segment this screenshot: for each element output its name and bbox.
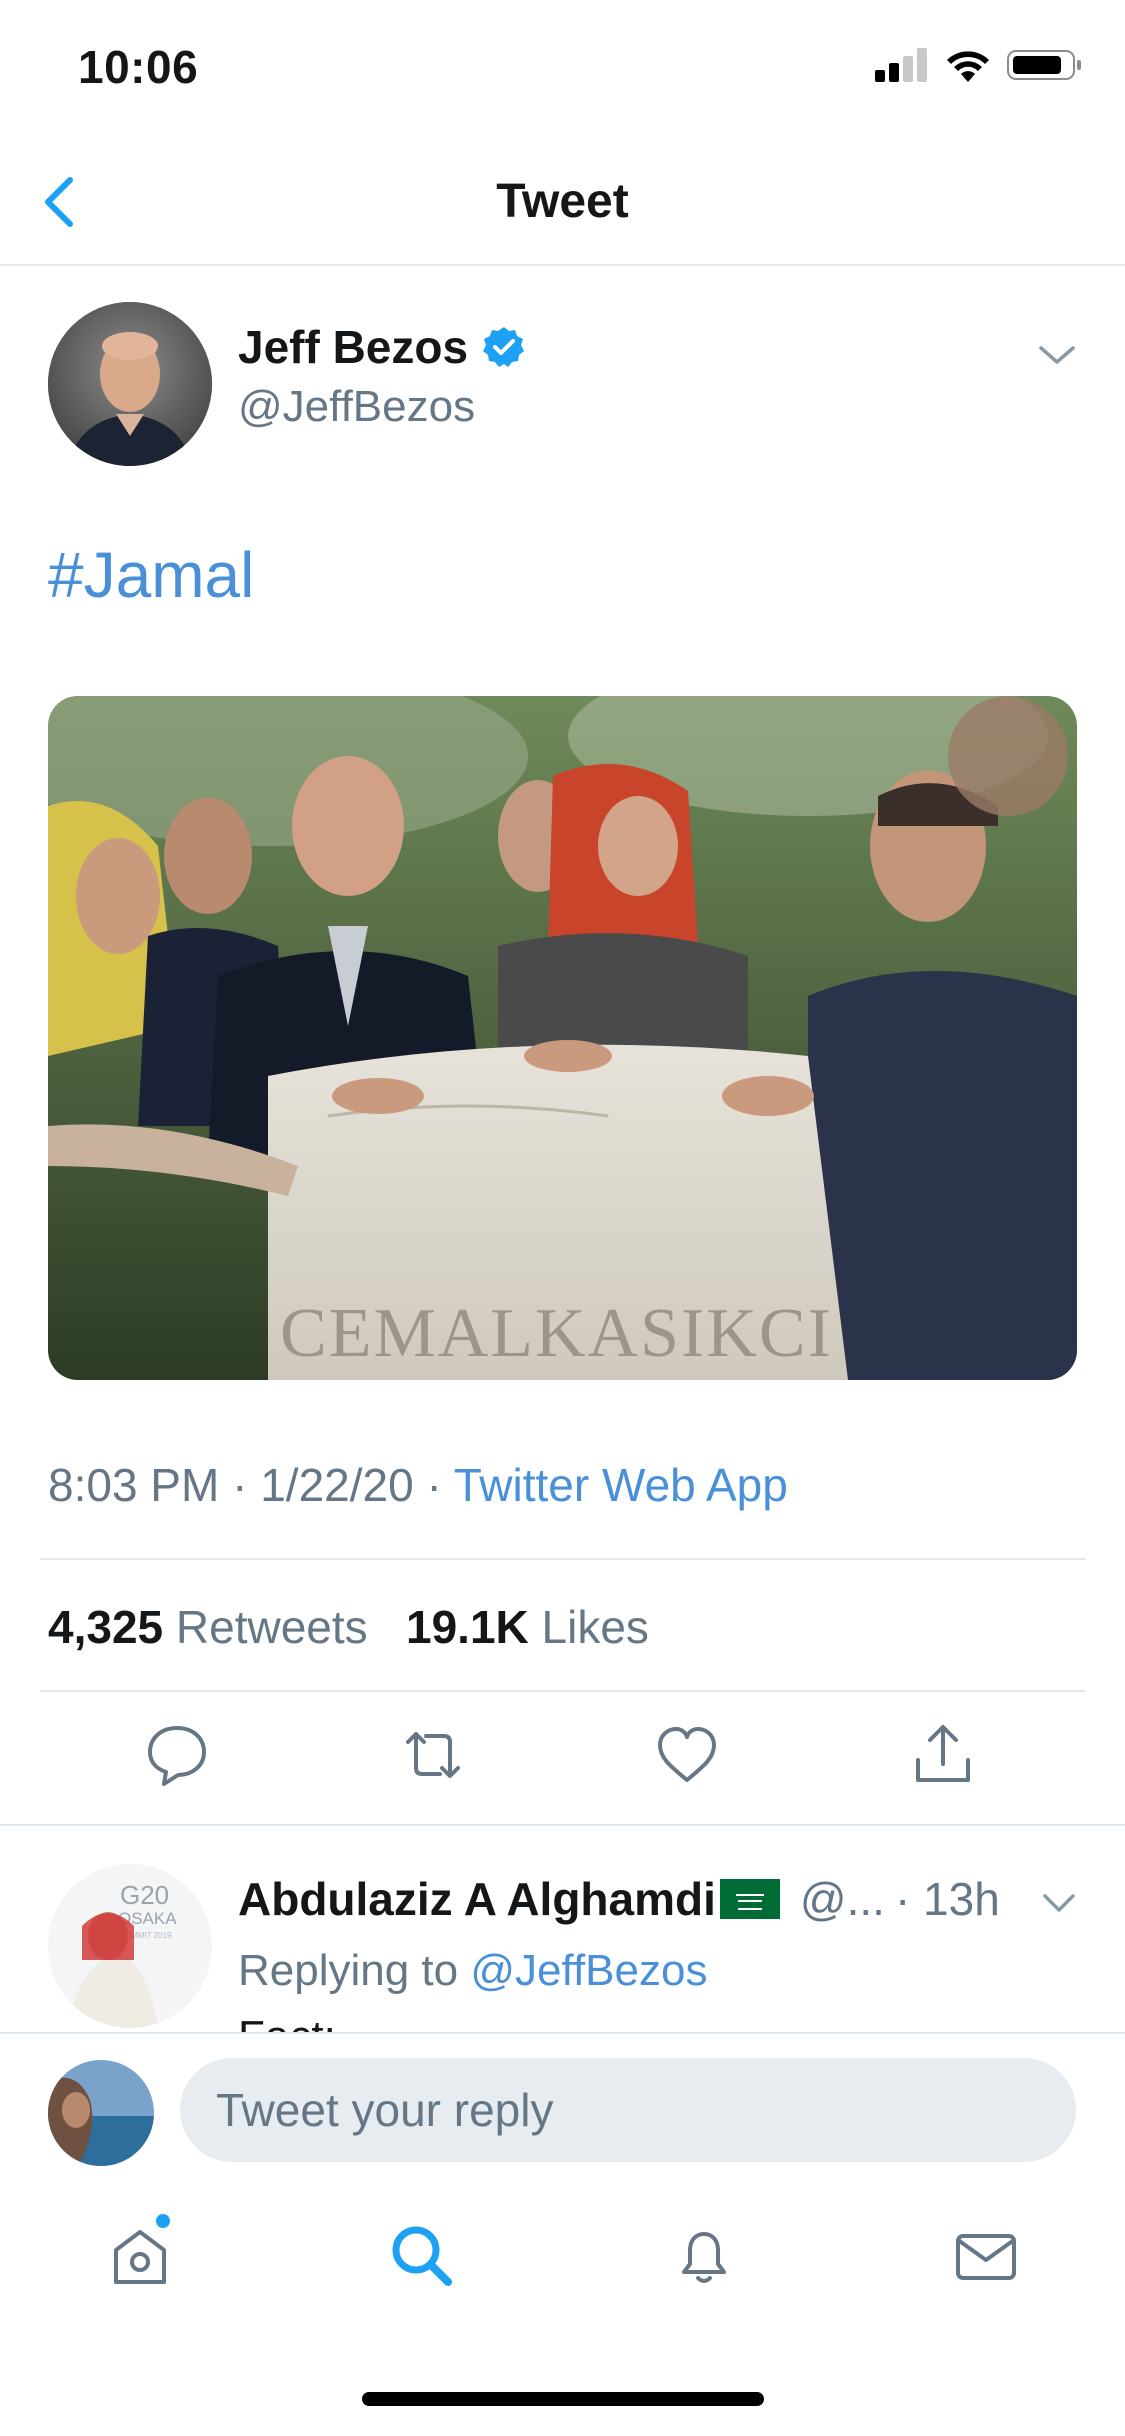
home-notification-dot: [156, 2214, 170, 2228]
tweet-source-link[interactable]: Twitter Web App: [454, 1459, 788, 1511]
notifications-icon[interactable]: [668, 2220, 740, 2292]
meta-separator: ·: [232, 1459, 248, 1511]
meta-separator-2: ·: [426, 1459, 442, 1511]
divider: [40, 1558, 1085, 1560]
tweet-date: 1/22/20: [260, 1459, 414, 1511]
verified-badge-icon: [483, 327, 525, 367]
retweets-stat[interactable]: 4,325 Retweets: [48, 1601, 368, 1653]
like-heart-icon[interactable]: [652, 1720, 722, 1790]
tweet-stats: 4,325 Retweets 19.1K Likes: [48, 1600, 649, 1654]
chevron-down-icon[interactable]: [1041, 1890, 1077, 1916]
replying-to-handle[interactable]: @JeffBezos: [470, 1946, 707, 1995]
likes-label: Likes: [541, 1601, 649, 1653]
battery-icon: [1007, 50, 1081, 80]
status-time: 10:06: [78, 41, 199, 93]
retweet-icon[interactable]: [398, 1720, 468, 1790]
page-title: Tweet: [496, 175, 629, 228]
messages-icon[interactable]: [950, 2220, 1022, 2292]
photo-engraved-text: CEMALKASIKCI: [280, 1295, 833, 1372]
likes-stat[interactable]: 19.1K Likes: [406, 1601, 649, 1653]
tweet-meta: 8:03 PM · 1/22/20 · Twitter Web App: [48, 1458, 788, 1512]
reply-author-avatar[interactable]: G20 OSAKA SUMMIT 2019: [48, 1864, 212, 2028]
saudi-flag-icon: [719, 1879, 780, 1919]
reply-header: Abdulaziz A Alghamdi @... · 13h: [238, 1872, 1000, 1926]
avatar-text-g20: G20: [120, 1880, 169, 1910]
current-user-avatar[interactable]: [48, 2060, 154, 2166]
status-icons: [875, 48, 1083, 82]
author-name-row[interactable]: Jeff Bezos: [238, 320, 526, 374]
retweets-label: Retweets: [175, 1601, 368, 1653]
share-icon[interactable]: [908, 1720, 978, 1790]
reply-icon[interactable]: [142, 1720, 212, 1790]
replying-to: Replying to @JeffBezos: [238, 1946, 707, 1996]
tweet-text-hashtag[interactable]: #Jamal: [48, 538, 254, 612]
divider: [40, 1690, 1085, 1692]
home-icon[interactable]: [104, 2220, 176, 2292]
tweet-photo[interactable]: CEMALKASIKCI: [48, 696, 1077, 1380]
reply-text: Fact:: [238, 2012, 336, 2034]
cellular-signal-icon: [875, 48, 927, 82]
search-icon[interactable]: [386, 2220, 458, 2292]
retweets-count: 4,325: [48, 1601, 164, 1653]
author-avatar[interactable]: [48, 302, 212, 466]
chevron-down-icon[interactable]: [1037, 340, 1077, 370]
tab-bar: [0, 2200, 1125, 2330]
reply-author-handle[interactable]: @...: [800, 1872, 885, 1926]
reply-composer: [0, 2032, 1125, 2174]
author-handle[interactable]: @JeffBezos: [238, 382, 475, 432]
tweet-time: 8:03 PM: [48, 1459, 220, 1511]
reply-time: · 13h: [894, 1873, 1000, 1925]
likes-count: 19.1K: [406, 1601, 529, 1653]
replying-to-prefix: Replying to: [238, 1946, 459, 1995]
wifi-icon: [947, 51, 989, 82]
reply-item[interactable]: G20 OSAKA SUMMIT 2019 Abdulaziz A Algham…: [0, 1824, 1125, 2034]
author-name[interactable]: Jeff Bezos: [238, 320, 468, 374]
home-indicator[interactable]: [362, 2392, 764, 2406]
reply-author-name[interactable]: Abdulaziz A Alghamdi: [238, 1872, 716, 1926]
tweet-reply-input[interactable]: [180, 2058, 1076, 2162]
tweet-actions: [0, 1720, 1125, 1800]
navigation-bar: Tweet: [0, 140, 1125, 266]
